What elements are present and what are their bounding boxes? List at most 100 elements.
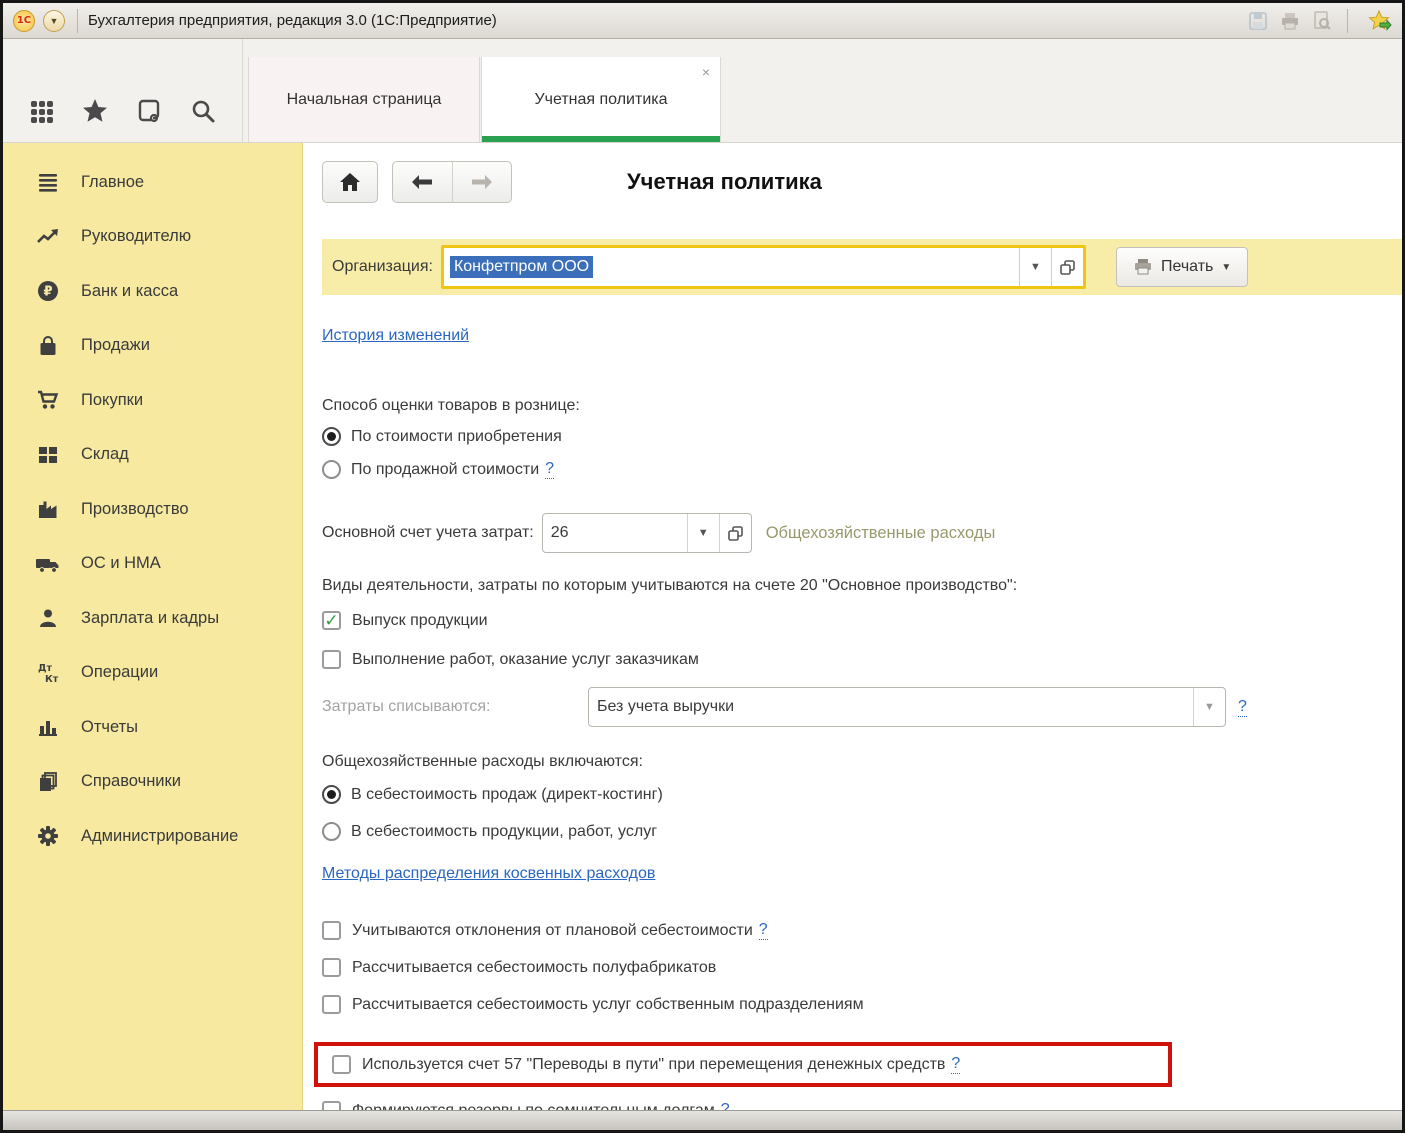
radio-product-cost[interactable] (322, 822, 341, 841)
sidebar-item-sales[interactable]: Продажи (3, 319, 302, 374)
checkbox-plan-cost-deviations[interactable] (322, 921, 341, 940)
sidebar-item-production[interactable]: Производство (3, 482, 302, 537)
retail-help-link[interactable]: ? (545, 460, 554, 479)
tab-close-icon[interactable]: × (702, 65, 710, 79)
checkbox-works-services[interactable] (322, 650, 341, 669)
tab-home-page[interactable]: Начальная страница (248, 57, 480, 142)
sidebar-label: Покупки (81, 391, 143, 410)
gear-icon (35, 825, 61, 847)
svg-text:Кт: Кт (45, 674, 59, 685)
organization-row: Организация: Конфетпром ООО ▼ Печать ▼ (322, 239, 1402, 295)
sidebar-label: Отчеты (81, 718, 138, 737)
forward-button[interactable] (452, 161, 512, 203)
page-title: Учетная политика (627, 169, 822, 195)
sidebar-item-reports[interactable]: Отчеты (3, 700, 302, 755)
writeoff-help-link[interactable]: ? (1238, 698, 1247, 717)
sidebar-label: Операции (81, 663, 158, 682)
favorites-icon[interactable] (1368, 9, 1392, 33)
person-icon (35, 607, 61, 629)
cost-account-open-icon[interactable] (719, 514, 751, 552)
organization-dropdown-icon[interactable]: ▼ (1019, 248, 1051, 286)
print-button[interactable]: Печать ▼ (1116, 247, 1248, 287)
history-changes-link[interactable]: История изменений (322, 327, 469, 344)
sidebar-item-salary-hr[interactable]: Зарплата и кадры (3, 591, 302, 646)
sidebar-item-directories[interactable]: Справочники (3, 755, 302, 810)
overhead-label: Общехозяйственные расходы включаются: (322, 753, 1402, 771)
radio-sale-cost-label: По продажной стоимости (351, 461, 539, 479)
shopping-bag-icon (35, 335, 61, 357)
cost-account-dropdown-icon[interactable]: ▼ (687, 514, 719, 552)
tab-active-label: Учетная политика (534, 91, 667, 109)
sidebar-item-operations[interactable]: ДтКт Операции (3, 646, 302, 701)
system-menu-button[interactable]: ▼ (43, 10, 65, 32)
sidebar-item-warehouse[interactable]: Склад (3, 428, 302, 483)
app-window: 1С ▼ Бухгалтерия предприятия, редакция 3… (0, 0, 1405, 1133)
window-bottom-bar (3, 1110, 1402, 1130)
bar-chart-icon (35, 716, 61, 738)
content-area: Учетная политика Организация: Конфетпром… (304, 143, 1402, 1110)
sidebar-item-purchases[interactable]: Покупки (3, 373, 302, 428)
sidebar-item-bank-cash[interactable]: ₽ Банк и касса (3, 264, 302, 319)
print-button-label: Печать (1161, 258, 1213, 276)
home-icon (339, 172, 361, 192)
sidebar-item-administration[interactable]: Администрирование (3, 809, 302, 864)
cost-account-label: Основной счет учета затрат: (322, 524, 534, 542)
writeoff-dropdown-icon[interactable]: ▼ (1193, 688, 1225, 726)
checkbox-account-57-label: Используется счет 57 "Переводы в пути" п… (362, 1056, 945, 1074)
checkbox-semifinished-cost-label: Рассчитывается себестоимость полуфабрика… (352, 959, 716, 977)
sidebar-label: ОС и НМА (81, 554, 161, 573)
organization-field[interactable]: Конфетпром ООО ▼ (441, 245, 1086, 289)
titlebar-divider2 (1347, 9, 1348, 33)
shopping-cart-icon (35, 389, 61, 411)
writeoff-field[interactable]: Без учета выручки ▼ (588, 687, 1226, 727)
radio-purchase-cost[interactable] (322, 427, 341, 446)
home-button[interactable] (322, 161, 378, 203)
sidebar-label: Банк и касса (81, 282, 178, 301)
sidebar-label: Главное (81, 173, 144, 192)
sidebar-label: Склад (81, 445, 129, 464)
sidebar-item-manager[interactable]: Руководителю (3, 210, 302, 265)
activities-label: Виды деятельности, затраты по которым уч… (322, 577, 1402, 595)
checkbox-semifinished-cost[interactable] (322, 958, 341, 977)
sidebar-label: Руководителю (81, 227, 191, 246)
print-dropdown-icon: ▼ (1221, 262, 1231, 273)
sidebar-item-main[interactable]: Главное (3, 155, 302, 210)
checkbox-doubtful-debts-reserves[interactable] (322, 1101, 341, 1110)
cost-account-field[interactable]: 26 ▼ (542, 513, 752, 553)
organization-value: Конфетпром ООО (450, 256, 593, 278)
1c-logo-icon: 1С (13, 10, 35, 32)
trend-chart-icon (35, 226, 61, 248)
deviations-help-link[interactable]: ? (759, 921, 768, 940)
factory-icon (35, 498, 61, 520)
back-button[interactable] (393, 161, 452, 203)
sections-grid-icon[interactable] (29, 99, 55, 125)
history-nav-buttons (392, 161, 512, 203)
sidebar-label: Зарплата и кадры (81, 609, 219, 628)
checkbox-own-divisions-services-label: Рассчитывается себестоимость услуг собст… (352, 996, 864, 1014)
checkbox-doubtful-debts-reserves-label: Формируются резервы по сомнительным долг… (352, 1102, 715, 1111)
navigation-row: Учетная политика (322, 161, 1402, 203)
save-icon[interactable] (1247, 10, 1269, 32)
tab-accounting-policy[interactable]: Учетная политика × (481, 57, 721, 142)
cost-account-hint: Общехозяйственные расходы (766, 524, 996, 543)
checkbox-account-57[interactable] (332, 1055, 351, 1074)
favorites-star-icon[interactable] (81, 97, 109, 125)
boxes-grid-icon (35, 444, 61, 466)
print-icon[interactable] (1279, 10, 1301, 32)
radio-sale-cost[interactable] (322, 460, 341, 479)
window-title: Бухгалтерия предприятия, редакция 3.0 (1… (88, 12, 497, 29)
checkbox-production-output[interactable] (322, 611, 341, 630)
account-57-help-link[interactable]: ? (951, 1055, 960, 1074)
organization-open-icon[interactable] (1051, 248, 1083, 286)
search-icon[interactable] (189, 97, 217, 125)
svg-text:Дт: Дт (38, 663, 52, 674)
checkbox-own-divisions-services[interactable] (322, 995, 341, 1014)
radio-direct-costing[interactable] (322, 785, 341, 804)
radio-purchase-cost-label: По стоимости приобретения (351, 428, 562, 446)
indirect-costs-methods-link[interactable]: Методы распределения косвенных расходов (322, 865, 655, 882)
sidebar-item-fixed-assets[interactable]: ОС и НМА (3, 537, 302, 592)
checkbox-works-services-label: Выполнение работ, оказание услуг заказчи… (352, 651, 699, 669)
history-scroll-icon[interactable] (135, 97, 163, 125)
preview-icon[interactable] (1311, 10, 1333, 32)
reserves-help-link[interactable]: ? (721, 1101, 730, 1110)
